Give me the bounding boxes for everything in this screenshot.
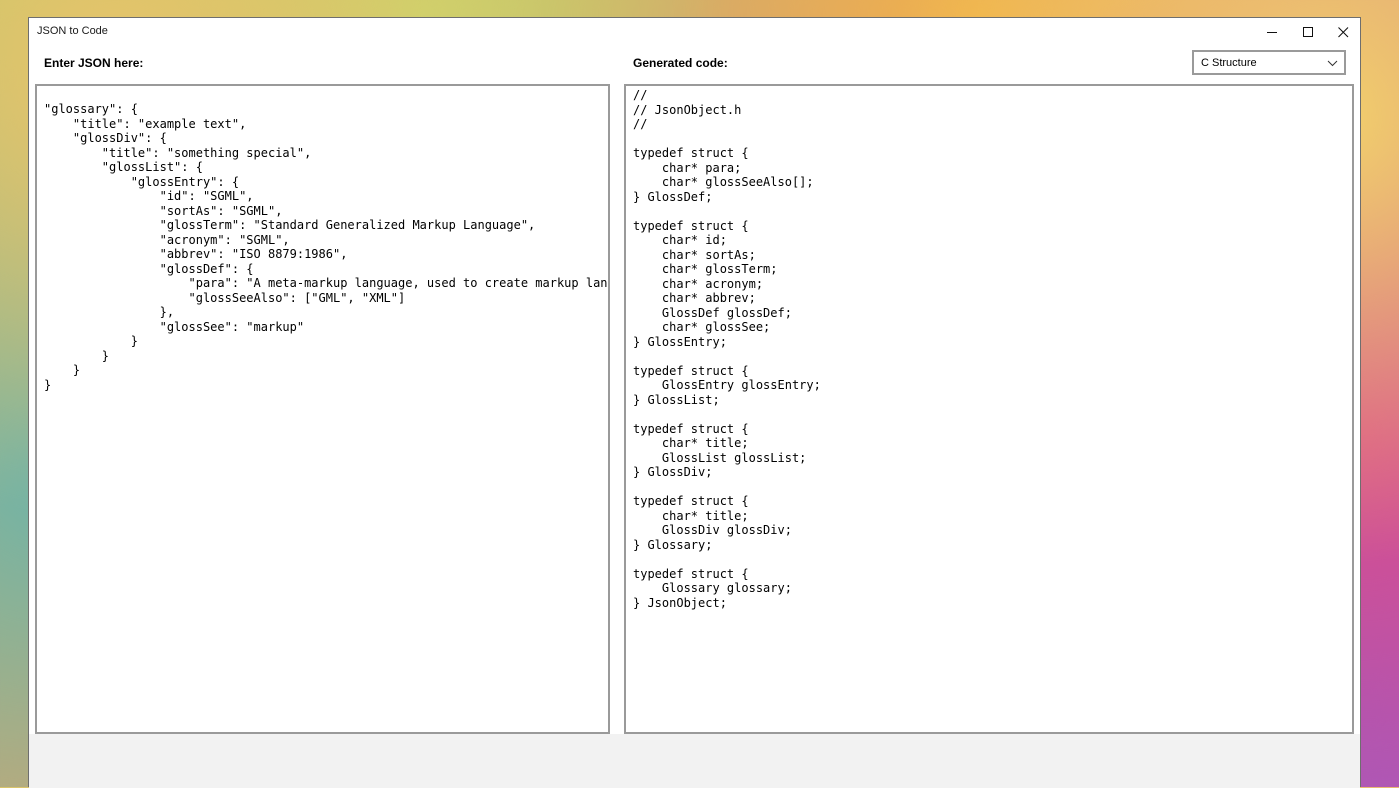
chevron-down-icon [1327,58,1338,72]
minimize-button[interactable] [1254,18,1290,46]
generated-code-text: // // JsonObject.h // typedef struct { c… [633,88,821,610]
language-select-value: C Structure [1201,57,1257,69]
output-label: Generated code: [633,56,728,70]
footer-bar [29,734,1360,788]
minimize-icon [1266,27,1278,38]
close-icon [1337,26,1349,38]
generated-code-editor[interactable]: // // JsonObject.h // typedef struct { c… [624,84,1354,734]
maximize-icon [1302,26,1314,38]
title-bar[interactable]: JSON to Code [29,18,1360,46]
maximize-button[interactable] [1290,18,1326,46]
language-select[interactable]: C Structure [1192,50,1346,75]
json-input-text: "glossary": { "title": "example text", "… [44,102,608,392]
json-input-editor[interactable]: "glossary": { "title": "example text", "… [35,84,610,734]
window-title: JSON to Code [37,25,108,37]
input-label: Enter JSON here: [44,56,144,70]
app-window: JSON to Code Enter JSON here: Generated … [28,17,1361,788]
close-button[interactable] [1325,18,1361,46]
